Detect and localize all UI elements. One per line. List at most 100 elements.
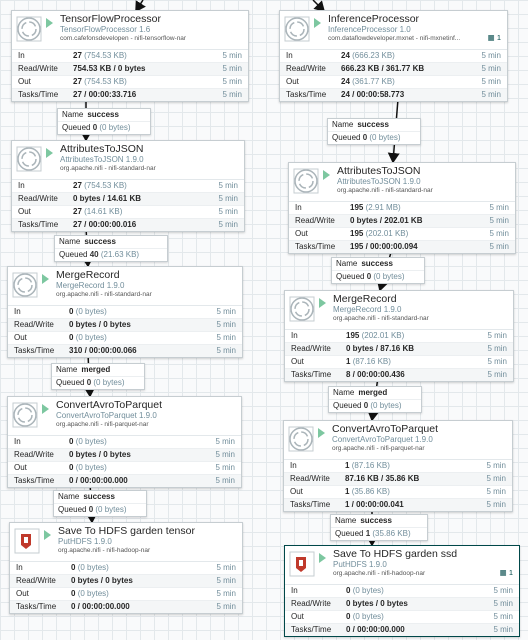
processor-type: AttributesToJSON 1.9.0 xyxy=(337,177,421,186)
processor-name: AttributesToJSON xyxy=(60,143,144,155)
processor-type: PutHDFS 1.9.0 xyxy=(58,537,112,546)
processor-name: Save To HDFS garden tensor xyxy=(58,525,195,537)
stat-row-tasks: Tasks/Time 24 / 00:00:58.773 5 min xyxy=(280,89,507,101)
processor-name: MergeRecord xyxy=(56,269,120,281)
processor-bundle: org.apache.nifi - nifi-parquet-nar xyxy=(56,421,149,428)
stat-row-out: Out 1 (35.86 KB) 5 min xyxy=(284,486,512,499)
connection-label[interactable]: Name merged Queued 0 (0 bytes) xyxy=(328,386,422,413)
processor-attributes-to-json[interactable]: AttributesToJSON AttributesToJSON 1.9.0 … xyxy=(288,162,516,254)
processor-merge-record[interactable]: MergeRecord MergeRecord 1.9.0 org.apache… xyxy=(7,266,243,358)
connection-label[interactable]: Name success Queued 40 (21.63 KB) xyxy=(54,235,168,262)
processor-convert-avro-to-parquet[interactable]: ConvertAvroToParquet ConvertAvroToParque… xyxy=(283,420,513,512)
running-icon[interactable] xyxy=(318,428,325,438)
running-icon[interactable] xyxy=(319,298,326,308)
stat-row-out: Out 27 (14.61 KB) 5 min xyxy=(12,206,244,219)
processor-icon xyxy=(293,168,319,194)
processor-icon xyxy=(12,402,38,428)
stat-row-out: Out 1 (87.16 KB) 5 min xyxy=(285,356,513,369)
stat-row-in: In 27 (754.53 KB) 5 min xyxy=(12,50,248,63)
stat-row-tasks: Tasks/Time 0 / 00:00:00.000 5 min xyxy=(8,475,241,487)
stat-row-read-write: Read/Write 0 bytes / 0 bytes 5 min xyxy=(285,598,519,611)
stat-row-tasks: Tasks/Time 0 / 00:00:00.000 5 min xyxy=(10,601,242,613)
processor-type: PutHDFS 1.9.0 xyxy=(333,560,387,569)
connection-label[interactable]: Name success Queued 0 (0 bytes) xyxy=(53,490,147,517)
processor-type: MergeRecord 1.9.0 xyxy=(56,281,125,290)
stat-row-out: Out 0 (0 bytes) 5 min xyxy=(10,588,242,601)
connection-label[interactable]: Name success Queued 0 (0 bytes) xyxy=(327,118,421,145)
processor-type: ConvertAvroToParquet 1.9.0 xyxy=(332,435,433,444)
processor-type: InferenceProcessor 1.0 xyxy=(328,25,411,34)
processor-type: AttributesToJSON 1.9.0 xyxy=(60,155,144,164)
stat-row-tasks: Tasks/Time 27 / 00:00:00.016 5 min xyxy=(12,219,244,231)
processor-bundle: com.cafefonsdevelopen - nifi-tensorflow-… xyxy=(60,35,187,42)
processor-bundle: com.dataflowdeveloper.mxnet - nifi-mxnet… xyxy=(328,35,461,42)
stat-row-in: In 0 (0 bytes) 5 min xyxy=(285,585,519,598)
processor-icon xyxy=(12,272,38,298)
processor-type: MergeRecord 1.9.0 xyxy=(333,305,402,314)
running-icon[interactable] xyxy=(319,553,326,563)
running-icon[interactable] xyxy=(314,18,321,28)
stat-row-out: Out 195 (202.01 KB) 5 min xyxy=(289,228,515,241)
connection-label[interactable]: Name success Queued 0 (0 bytes) xyxy=(57,108,151,135)
stat-row-out: Out 0 (0 bytes) 5 min xyxy=(8,332,242,345)
processor-name: Save To HDFS garden ssd xyxy=(333,548,458,560)
processor-icon xyxy=(16,16,42,42)
stat-row-in: In 24 (666.23 KB) 5 min xyxy=(280,50,507,63)
processor-attributes-to-json[interactable]: AttributesToJSON AttributesToJSON 1.9.0 … xyxy=(11,140,245,232)
processor-name: InferenceProcessor xyxy=(328,13,420,25)
stat-row-out: Out 0 (0 bytes) 5 min xyxy=(285,611,519,624)
cluster-badge: ▦ 1 xyxy=(487,33,501,42)
processor-type: TensorFlowProcessor 1.6 xyxy=(60,25,151,34)
processor-convert-avro-to-parquet[interactable]: ConvertAvroToParquet ConvertAvroToParque… xyxy=(7,396,242,488)
processor-bundle: org.apache.nifi - nifi-hadoop-nar xyxy=(58,547,151,554)
stat-row-in: In 1 (87.16 KB) 5 min xyxy=(284,460,512,473)
processor-type: ConvertAvroToParquet 1.9.0 xyxy=(56,411,157,420)
running-icon[interactable] xyxy=(46,148,53,158)
processor-icon xyxy=(284,16,310,42)
cluster-badge: ▦ 1 xyxy=(499,568,513,577)
processor-name: ConvertAvroToParquet xyxy=(332,423,439,435)
stat-row-tasks: Tasks/Time 27 / 00:00:33.716 5 min xyxy=(12,89,248,101)
processor-tensorflow[interactable]: TensorFlowProcessor TensorFlowProcessor … xyxy=(11,10,249,102)
processor-name: TensorFlowProcessor xyxy=(60,13,161,25)
processor-bundle: org.apache.nifi - nifi-standard-nar xyxy=(333,315,429,322)
connection-label[interactable]: Name merged Queued 0 (0 bytes) xyxy=(51,363,145,390)
stat-row-read-write: Read/Write 754.53 KB / 0 bytes 5 min xyxy=(12,63,248,76)
running-icon[interactable] xyxy=(323,170,330,180)
connection-label[interactable]: Name success Queued 0 (0 bytes) xyxy=(331,257,425,284)
stat-row-read-write: Read/Write 0 bytes / 202.01 KB 5 min xyxy=(289,215,515,228)
stat-row-tasks: Tasks/Time 1 / 00:00:00.041 5 min xyxy=(284,499,512,511)
running-icon[interactable] xyxy=(42,274,49,284)
processor-bundle: org.apache.nifi - nifi-hadoop-nar xyxy=(333,570,426,577)
stat-row-in: In 27 (754.53 KB) 5 min xyxy=(12,180,244,193)
running-icon[interactable] xyxy=(46,18,53,28)
processor-bundle: org.apache.nifi - nifi-parquet-nar xyxy=(332,445,425,452)
stat-row-in: In 195 (202.01 KB) 5 min xyxy=(285,330,513,343)
stat-row-read-write: Read/Write 0 bytes / 0 bytes 5 min xyxy=(10,575,242,588)
processor-name: AttributesToJSON xyxy=(337,165,421,177)
stat-row-read-write: Read/Write 0 bytes / 0 bytes 5 min xyxy=(8,449,241,462)
stat-row-out: Out 0 (0 bytes) 5 min xyxy=(8,462,241,475)
connection-label[interactable]: Name success Queued 1 (35.86 KB) xyxy=(330,514,428,541)
stat-row-out: Out 24 (361.77 KB) 5 min xyxy=(280,76,507,89)
processor-bundle: org.apache.nifi - nifi-standard-nar xyxy=(56,291,152,298)
processor-bundle: org.apache.nifi - nifi-standard-nar xyxy=(60,165,156,172)
running-icon[interactable] xyxy=(42,404,49,414)
processor-icon xyxy=(289,296,315,322)
stat-row-in: In 0 (0 bytes) 5 min xyxy=(8,306,242,319)
hdfs-processor-icon xyxy=(289,551,315,577)
running-icon[interactable] xyxy=(44,530,51,540)
processor-put-hdfs[interactable]: Save To HDFS garden tensor PutHDFS 1.9.0… xyxy=(9,522,243,614)
stat-row-out: Out 27 (754.53 KB) 5 min xyxy=(12,76,248,89)
processor-put-hdfs[interactable]: Save To HDFS garden ssd PutHDFS 1.9.0 or… xyxy=(284,545,520,637)
processor-name: ConvertAvroToParquet xyxy=(56,399,163,411)
stat-row-tasks: Tasks/Time 310 / 00:00:00.066 5 min xyxy=(8,345,242,357)
stat-row-read-write: Read/Write 0 bytes / 14.61 KB 5 min xyxy=(12,193,244,206)
stat-row-read-write: Read/Write 0 bytes / 87.16 KB 5 min xyxy=(285,343,513,356)
stat-row-read-write: Read/Write 87.16 KB / 35.86 KB 5 min xyxy=(284,473,512,486)
stat-row-read-write: Read/Write 0 bytes / 0 bytes 5 min xyxy=(8,319,242,332)
processor-merge-record[interactable]: MergeRecord MergeRecord 1.9.0 org.apache… xyxy=(284,290,514,382)
stat-row-in: In 0 (0 bytes) 5 min xyxy=(8,436,241,449)
processor-inference[interactable]: InferenceProcessor InferenceProcessor 1.… xyxy=(279,10,508,102)
stat-row-in: In 195 (2.91 MB) 5 min xyxy=(289,202,515,215)
